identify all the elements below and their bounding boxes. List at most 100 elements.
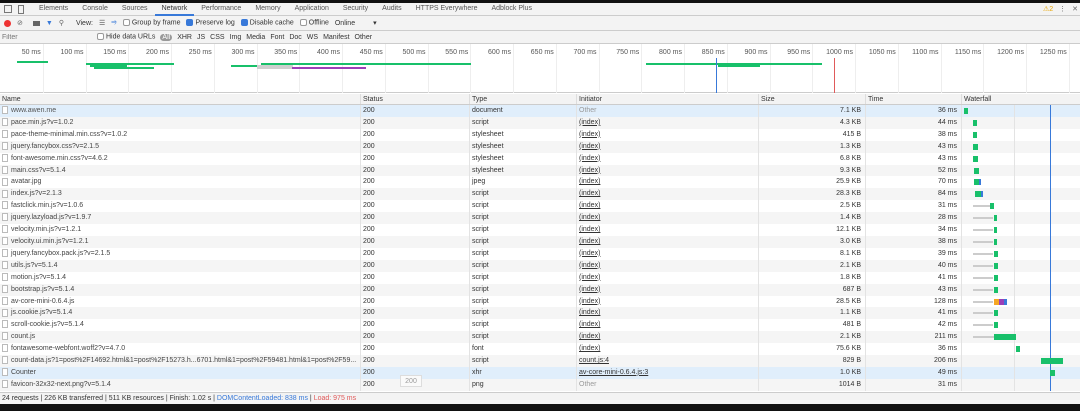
group-by-frame-checkbox[interactable]: Group by frame xyxy=(122,19,180,27)
clear-icon[interactable]: ⊘ xyxy=(17,19,23,27)
table-row[interactable]: pace-theme-minimal.min.css?v=1.0.2 200 sty… xyxy=(0,128,1080,141)
table-row[interactable]: js.cookie.js?v=5.1.4 200 script (index) 1.1 … xyxy=(0,307,1080,320)
cell-initiator[interactable]: (index) xyxy=(576,307,758,320)
cell-initiator[interactable]: av-core-mini-0.6.4.js:3 xyxy=(576,366,758,379)
cell-initiator[interactable]: (index) xyxy=(576,224,758,236)
cell-initiator[interactable]: (index) xyxy=(576,283,758,296)
cell-initiator[interactable]: (index) xyxy=(576,200,758,213)
column-header-size[interactable]: Size xyxy=(758,94,865,104)
cell-name[interactable]: motion.js?v=5.1.4 xyxy=(0,272,360,284)
screenshot-icon[interactable] xyxy=(32,20,40,26)
cell-name[interactable]: pace-theme-minimal.min.css?v=1.0.2 xyxy=(0,129,360,141)
cell-initiator[interactable]: (index) xyxy=(576,176,758,189)
table-row[interactable]: velocity.ui.min.js?v=1.2.1 200 script (inde… xyxy=(0,235,1080,248)
filter-type-doc[interactable]: Doc xyxy=(289,34,301,41)
cell-name[interactable]: count.js xyxy=(0,331,360,343)
cell-name[interactable]: fastclick.min.js?v=1.0.6 xyxy=(0,200,360,212)
tab-performance[interactable]: Performance xyxy=(194,3,248,16)
more-menu-icon[interactable]: ⋮ xyxy=(1059,5,1066,13)
offline-checkbox[interactable]: Offline xyxy=(299,19,329,27)
cell-name[interactable]: pace.min.js?v=1.0.2 xyxy=(0,117,360,129)
record-icon[interactable] xyxy=(4,19,11,27)
filter-type-ws[interactable]: WS xyxy=(307,34,318,41)
cell-name[interactable]: av-core-mini-0.6.4.js xyxy=(0,296,360,308)
cell-initiator[interactable]: (index) xyxy=(576,331,758,344)
tab-application[interactable]: Application xyxy=(288,3,336,16)
filter-icon[interactable]: ▼ xyxy=(46,20,53,27)
column-header-name[interactable]: Name xyxy=(0,94,360,104)
tab-adblock-plus[interactable]: Adblock Plus xyxy=(484,3,538,16)
filter-type-font[interactable]: Font xyxy=(270,34,284,41)
close-icon[interactable]: ✕ xyxy=(1072,5,1078,13)
cell-name[interactable]: www.awen.me xyxy=(0,105,360,117)
column-header-status[interactable]: Status xyxy=(360,94,469,104)
throttle-select[interactable]: Online ▾ xyxy=(335,19,377,27)
search-icon[interactable]: ⚲ xyxy=(59,19,64,27)
tab-console[interactable]: Console xyxy=(75,3,115,16)
table-row[interactable]: favicon-32x32-next.png?v=5.1.4 200 png Othe… xyxy=(0,378,1080,391)
cell-name[interactable]: utils.js?v=5.1.4 xyxy=(0,260,360,272)
cell-initiator[interactable]: (index) xyxy=(576,235,758,248)
table-row[interactable]: fontawesome-webfont.woff2?v=4.7.0 200 font… xyxy=(0,343,1080,356)
column-header-time[interactable]: Time xyxy=(865,94,961,104)
filter-type-css[interactable]: CSS xyxy=(210,34,224,41)
cell-name[interactable]: jquery.fancybox.css?v=2.1.5 xyxy=(0,141,360,153)
cell-name[interactable]: scroll-cookie.js?v=5.1.4 xyxy=(0,319,360,331)
cell-initiator[interactable]: (index) xyxy=(576,259,758,272)
cell-name[interactable]: main.css?v=5.1.4 xyxy=(0,165,360,177)
disable-cache-checkbox[interactable]: Disable cache xyxy=(240,19,294,27)
tab-audits[interactable]: Audits xyxy=(375,3,408,16)
cell-initiator[interactable]: (index) xyxy=(576,140,758,153)
table-row[interactable]: av-core-mini-0.6.4.js 200 script (index) 28.… xyxy=(0,295,1080,308)
column-header-type[interactable]: Type xyxy=(469,94,576,104)
filter-input[interactable] xyxy=(0,31,92,43)
cell-initiator[interactable]: (index) xyxy=(576,295,758,308)
column-header-initiator[interactable]: Initiator xyxy=(576,94,758,104)
table-row[interactable]: utils.js?v=5.1.4 200 script (index) 2.1 KB 40… xyxy=(0,259,1080,272)
cell-name[interactable]: velocity.ui.min.js?v=1.2.1 xyxy=(0,236,360,248)
cell-initiator[interactable]: (index) xyxy=(576,319,758,332)
cell-name[interactable]: index.js?v=2.1.3 xyxy=(0,188,360,200)
table-row[interactable]: motion.js?v=5.1.4 200 script (index) 1.8 KB 4… xyxy=(0,271,1080,284)
cell-name[interactable]: jquery.fancybox.pack.js?v=2.1.5 xyxy=(0,248,360,260)
cell-name[interactable]: jquery.lazyload.js?v=1.9.7 xyxy=(0,212,360,224)
table-row[interactable]: count.js 200 script (index) 2.1 KB 211 ms xyxy=(0,331,1080,344)
tab-sources[interactable]: Sources xyxy=(115,3,155,16)
hide-data-urls-checkbox[interactable]: Hide data URLs xyxy=(97,33,155,41)
cell-initiator[interactable]: (index) xyxy=(576,152,758,165)
cell-initiator[interactable]: (index) xyxy=(576,164,758,177)
table-row[interactable]: jquery.fancybox.pack.js?v=2.1.5 200 script… xyxy=(0,247,1080,260)
table-row[interactable]: fastclick.min.js?v=1.0.6 200 script (index)… xyxy=(0,200,1080,213)
filter-type-media[interactable]: Media xyxy=(246,34,265,41)
table-row[interactable]: count-data.js?1=post%2F14692.html&1=post… xyxy=(0,355,1080,367)
tab-network[interactable]: Network xyxy=(154,3,195,16)
filter-type-img[interactable]: Img xyxy=(230,34,242,41)
overview-icon[interactable]: ⥤ xyxy=(111,19,117,27)
cell-name[interactable]: favicon-32x32-next.png?v=5.1.4 xyxy=(0,379,360,391)
table-row[interactable]: Counter 200 xhr av-core-mini-0.6.4.js:3 1.0 … xyxy=(0,366,1080,379)
tab-security[interactable]: Security xyxy=(336,3,375,16)
cell-name[interactable]: velocity.min.js?v=1.2.1 xyxy=(0,224,360,236)
large-rows-icon[interactable]: ☰ xyxy=(99,19,105,27)
table-row[interactable]: avatar.jpg 200 jpeg (index) 25.9 KB 70 ms xyxy=(0,176,1080,189)
cell-initiator[interactable]: count.js:4 xyxy=(576,355,758,367)
filter-type-js[interactable]: JS xyxy=(197,34,205,41)
cell-name[interactable]: count-data.js?1=post%2F14692.html&1=post… xyxy=(0,355,360,367)
cell-initiator[interactable]: (index) xyxy=(576,212,758,225)
table-row[interactable]: pace.min.js?v=1.0.2 200 script (index) 4.3 K… xyxy=(0,116,1080,129)
table-row[interactable]: font-awesome.min.css?v=4.6.2 200 styleshee… xyxy=(0,152,1080,165)
cell-name[interactable]: bootstrap.js?v=5.1.4 xyxy=(0,284,360,296)
table-row[interactable]: www.awen.me 200 document Other 7.1 KB 36 ms xyxy=(0,105,1080,117)
cell-initiator[interactable]: (index) xyxy=(576,343,758,356)
preserve-log-checkbox[interactable]: Preserve log xyxy=(186,19,235,27)
timeline-overview[interactable]: 50 ms 100 ms 150 ms 200 ms 250 ms 300 ms 350 m… xyxy=(0,44,1080,93)
cell-name[interactable]: fontawesome-webfont.woff2?v=4.7.0 xyxy=(0,343,360,355)
cell-name[interactable]: avatar.jpg xyxy=(0,176,360,188)
column-header-waterfall[interactable]: Waterfall xyxy=(961,94,1080,104)
cell-initiator[interactable]: (index) xyxy=(576,128,758,141)
device-icon[interactable] xyxy=(18,4,24,14)
cell-initiator[interactable]: (index) xyxy=(576,188,758,201)
table-row[interactable]: scroll-cookie.js?v=5.1.4 200 script (index)… xyxy=(0,319,1080,332)
cell-name[interactable]: font-awesome.min.css?v=4.6.2 xyxy=(0,153,360,165)
table-row[interactable]: jquery.lazyload.js?v=1.9.7 200 script (inde… xyxy=(0,212,1080,225)
